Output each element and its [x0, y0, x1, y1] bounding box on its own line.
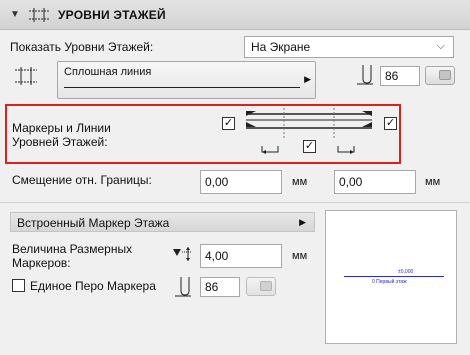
single-pen-checkbox[interactable]	[12, 279, 25, 292]
line-type-label: Сплошная линия	[64, 66, 152, 78]
chevron-right-icon: ▶	[304, 74, 311, 84]
marker-pen-color-button[interactable]	[246, 277, 276, 296]
markers-label-line1: Маркеры и Линии	[12, 121, 111, 135]
marker-size-label-line1: Величина Размерных	[12, 242, 133, 256]
offset-right-input[interactable]: 0,00	[334, 170, 416, 194]
line-type-selector[interactable]: Сплошная линия ▶	[57, 61, 316, 99]
right-marker-checkbox[interactable]: ✓	[384, 117, 397, 130]
show-levels-value: На Экране	[251, 40, 311, 54]
builtin-marker-selector[interactable]: Встроенный Маркер Этажа ▶	[10, 212, 315, 232]
show-levels-label: Показать Уровни Этажей:	[10, 40, 154, 54]
marker-size-unit: мм	[292, 250, 308, 262]
offset-left-unit: мм	[292, 176, 308, 188]
markers-label-line2: Уровней Этажей:	[12, 135, 108, 149]
solid-line-sample	[64, 87, 300, 88]
line-pen-input[interactable]: 86	[380, 66, 420, 86]
line-type-icon	[15, 67, 37, 85]
marker-size-label-line2: Маркеров:	[12, 256, 71, 270]
offset-label: Смещение отн. Границы:	[12, 173, 152, 187]
marker-diagram-icon	[246, 108, 372, 154]
preview-story-name: 0 Первый этаж	[372, 279, 407, 285]
marker-size-icon	[173, 247, 192, 261]
show-levels-dropdown[interactable]: На Экране ⌵	[244, 36, 454, 58]
left-marker-checkbox[interactable]: ✓	[222, 117, 235, 130]
section-divider	[0, 202, 470, 203]
single-pen-label: Единое Перо Маркера	[30, 279, 156, 293]
chevron-down-icon: ⌵	[436, 40, 445, 52]
preview-level-line	[344, 276, 444, 277]
story-levels-icon	[29, 8, 49, 22]
triangle-down-icon[interactable]: ▼	[10, 9, 20, 20]
line-pen-color-button[interactable]	[425, 66, 455, 85]
builtin-marker-label: Встроенный Маркер Этажа	[17, 216, 170, 230]
marker-size-input[interactable]: 4,00	[200, 244, 282, 268]
pen-icon	[357, 65, 373, 85]
offset-left-input[interactable]: 0,00	[200, 170, 282, 194]
panel-title: УРОВНИ ЭТАЖЕЙ	[58, 8, 166, 22]
preview-elevation: ±0,000	[398, 269, 414, 275]
pen-icon	[175, 277, 191, 297]
marker-pen-input[interactable]: 86	[200, 277, 240, 297]
offset-right-unit: мм	[425, 176, 441, 188]
chevron-right-icon: ▶	[299, 217, 306, 227]
marker-preview: ±0,000 0 Первый этаж	[325, 210, 457, 344]
